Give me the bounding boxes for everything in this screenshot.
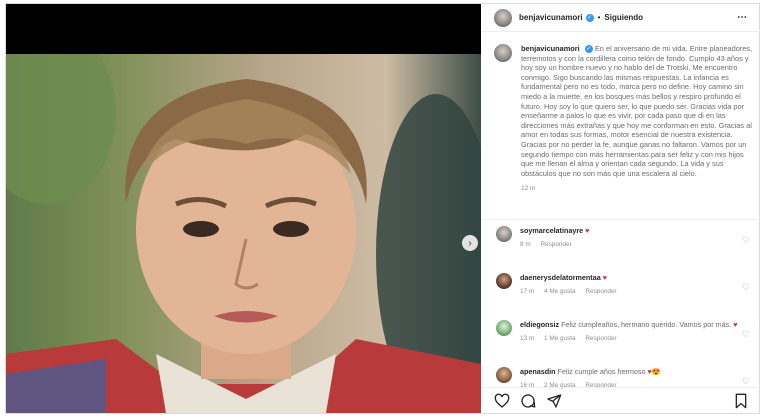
- post-caption: benjavicunamori ✓ En el aniversario de m…: [494, 44, 754, 194]
- comments-list: soymarcelatinayre ♥ 8 m Responder ♡ daen…: [482, 226, 760, 414]
- comment-meta: 8 m Responder: [520, 240, 742, 250]
- comment-bubble-icon[interactable]: [520, 393, 536, 409]
- bookmark-save-icon[interactable]: [734, 393, 748, 409]
- like-comment-heart-icon[interactable]: ♡: [742, 329, 750, 340]
- comment-username[interactable]: eldiegonsiz: [520, 320, 559, 329]
- comment-time: 17 m: [520, 287, 535, 295]
- action-bar: [482, 387, 760, 413]
- comment-item: eldiegonsiz Feliz cumpleaños, hermano qu…: [482, 320, 760, 367]
- author-avatar[interactable]: [494, 8, 512, 27]
- like-comment-heart-icon[interactable]: ♡: [742, 282, 750, 293]
- caption-timestamp: 12 m: [521, 185, 536, 193]
- like-comment-heart-icon[interactable]: ♡: [742, 235, 750, 246]
- comment-meta: 17 m 4 Me gusta Responder: [520, 287, 742, 297]
- comment-item: daenerysdelatormentaa ♥ 17 m 4 Me gusta …: [482, 273, 760, 320]
- more-options-icon[interactable]: ⋯: [737, 12, 748, 23]
- following-button[interactable]: Siguiendo: [604, 13, 643, 22]
- caption-username[interactable]: benjavicunamori: [521, 44, 580, 53]
- post-modal: › benjavicunamori ✓ • Siguiendo ⋯ benjav…: [5, 3, 760, 414]
- comment-text: Feliz cumple años hermoso: [557, 367, 646, 376]
- comment-meta: 13 m 1 Me gusta Responder: [520, 334, 742, 344]
- caption-body: benjavicunamori ✓ En el aniversario de m…: [521, 44, 753, 194]
- post-header: benjavicunamori ✓ • Siguiendo ⋯: [482, 4, 760, 32]
- separator-dot: •: [597, 13, 601, 22]
- commenter-avatar[interactable]: [496, 320, 512, 336]
- comment-likes[interactable]: 4 Me gusta: [544, 288, 576, 295]
- comment-username[interactable]: soymarcelatinayre: [520, 226, 583, 235]
- comment-time: 8 m: [520, 240, 531, 248]
- like-comment-heart-icon[interactable]: ♡: [742, 376, 750, 387]
- commenter-avatar[interactable]: [496, 367, 512, 383]
- comment-username[interactable]: apenasdin: [520, 367, 556, 376]
- heart-eyes-emoji: ♥😍: [647, 367, 661, 376]
- caption-avatar[interactable]: [494, 44, 512, 62]
- comment-time: 13 m: [520, 334, 535, 342]
- reply-button[interactable]: Responder: [585, 335, 616, 342]
- reply-button[interactable]: Responder: [585, 288, 616, 295]
- commenter-avatar[interactable]: [496, 273, 512, 289]
- comment-body: eldiegonsiz Feliz cumpleaños, hermano qu…: [520, 320, 742, 367]
- red-heart-emoji: ♥: [733, 320, 738, 329]
- comment-item: soymarcelatinayre ♥ 8 m Responder ♡: [482, 226, 760, 273]
- comment-likes[interactable]: 1 Me gusta: [544, 335, 576, 342]
- verified-badge-icon: ✓: [584, 45, 593, 54]
- red-heart-emoji: ♥: [602, 273, 607, 282]
- post-photo: [6, 54, 481, 413]
- divider: [482, 219, 760, 220]
- post-media: ›: [6, 4, 481, 413]
- chevron-right-icon: ›: [468, 237, 472, 249]
- author-username[interactable]: benjavicunamori: [519, 13, 583, 22]
- share-send-icon[interactable]: [546, 393, 562, 409]
- comment-username[interactable]: daenerysdelatormentaa: [520, 273, 601, 282]
- verified-badge-icon: ✓: [585, 13, 594, 22]
- like-heart-icon[interactable]: [494, 393, 510, 409]
- caption-text: En el aniversario de mi vida. Entre plan…: [521, 44, 753, 178]
- boy-portrait-image: [6, 54, 481, 413]
- next-photo-button[interactable]: ›: [462, 235, 478, 251]
- red-heart-emoji: ♥: [585, 226, 590, 235]
- comment-body: daenerysdelatormentaa ♥ 17 m 4 Me gusta …: [520, 273, 742, 320]
- reply-button[interactable]: Responder: [540, 241, 571, 248]
- comment-text: Feliz cumpleaños, hermano querido. Vamos…: [561, 320, 732, 329]
- comment-body: soymarcelatinayre ♥ 8 m Responder: [520, 226, 742, 273]
- post-sidebar: benjavicunamori ✓ • Siguiendo ⋯ benjavic…: [482, 4, 760, 413]
- commenter-avatar[interactable]: [496, 226, 512, 242]
